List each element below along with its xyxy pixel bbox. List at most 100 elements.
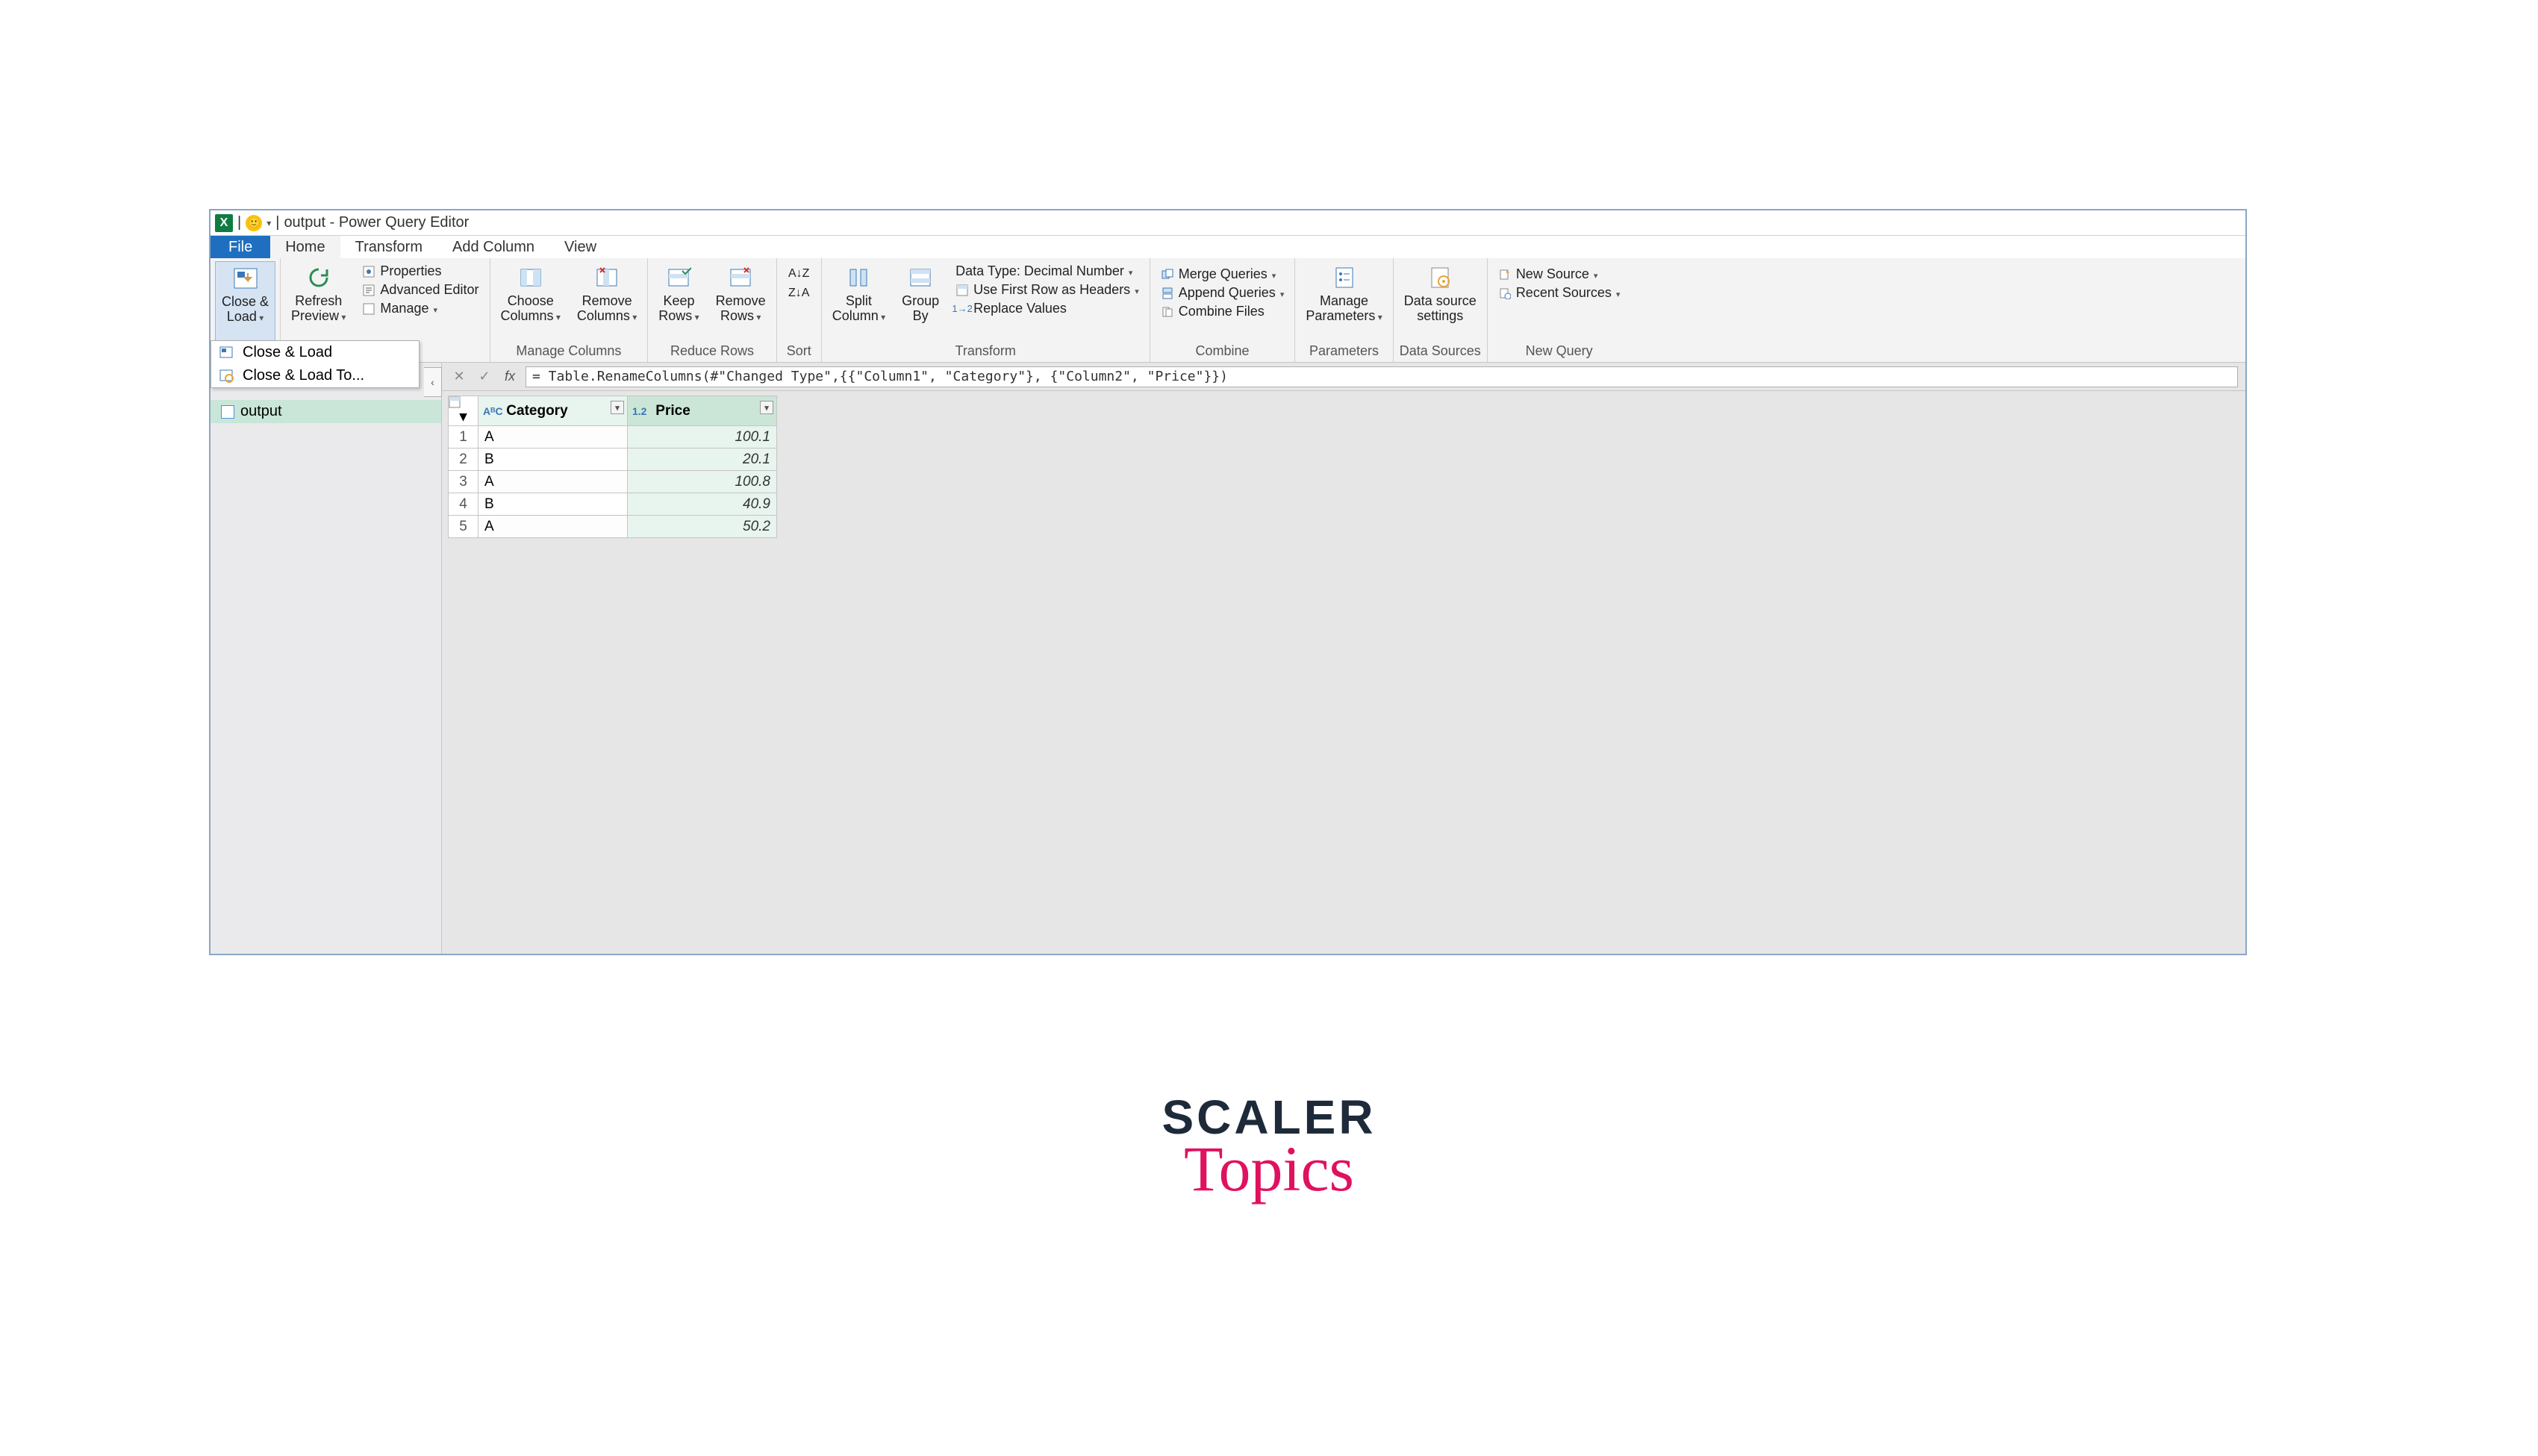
advanced-editor-button[interactable]: Advanced Editor <box>361 281 480 299</box>
append-queries-button[interactable]: Append Queries <box>1159 284 1286 301</box>
qat-dropdown-icon[interactable]: ▾ <box>266 218 271 228</box>
close-load-label: Close & Load <box>222 295 269 325</box>
remove-columns-icon <box>593 264 620 291</box>
scaler-topics-watermark: SCALER Topics <box>1162 1090 1376 1206</box>
close-load-icon <box>232 265 259 292</box>
group-label-sort: Sort <box>782 342 817 362</box>
choose-columns-label: Choose Columns <box>501 294 561 324</box>
fx-icon[interactable]: fx <box>500 367 520 387</box>
keep-rows-button[interactable]: Keep Rows <box>652 261 705 342</box>
first-row-headers-button[interactable]: Use First Row as Headers <box>954 281 1141 299</box>
row-number[interactable]: 5 <box>449 516 478 538</box>
row-number[interactable]: 4 <box>449 493 478 516</box>
close-and-load-button[interactable]: Close & Load <box>215 261 275 342</box>
keep-rows-label: Keep Rows <box>658 294 699 324</box>
group-label-combine: Combine <box>1155 342 1291 362</box>
manage-parameters-button[interactable]: Manage Parameters <box>1300 261 1388 342</box>
parameters-label: Manage Parameters <box>1306 294 1382 324</box>
choose-columns-button[interactable]: Choose Columns <box>495 261 567 342</box>
advanced-editor-icon <box>362 284 375 297</box>
column-filter-price[interactable]: ▾ <box>760 401 773 414</box>
remove-rows-icon <box>727 264 754 291</box>
data-grid: ▾ AᴮC Category ▾ 1.2 Price ▾ <box>442 391 2245 543</box>
replace-values-button[interactable]: 1→2 Replace Values <box>954 300 1141 317</box>
recent-sources-icon <box>1498 287 1512 300</box>
data-source-settings-button[interactable]: Data source settings <box>1398 261 1482 342</box>
decimal-type-icon: 1.2 <box>632 405 649 417</box>
formula-bar: ✕ ✓ fx <box>442 363 2245 391</box>
group-by-icon <box>907 264 934 291</box>
formula-accept-button[interactable]: ✓ <box>475 367 494 387</box>
queries-pane: output <box>211 363 442 954</box>
sort-asc-button[interactable]: A↓Z <box>791 266 807 282</box>
group-by-button[interactable]: Group By <box>896 261 945 342</box>
ribbon: Close & Load Close Refresh Preview <box>211 258 2245 363</box>
tab-transform[interactable]: Transform <box>340 236 437 258</box>
cell-price[interactable]: 100.8 <box>628 471 777 493</box>
sort-desc-button[interactable]: Z↓A <box>791 285 807 301</box>
column-header-price[interactable]: 1.2 Price ▾ <box>628 396 777 426</box>
power-query-editor-window: X | 🙂 ▾ | output - Power Query Editor Fi… <box>209 209 2247 955</box>
table-row[interactable]: 1A100.1 <box>449 426 777 449</box>
query-item-output[interactable]: output <box>211 400 441 423</box>
column-name-category: Category <box>506 403 567 419</box>
data-type-button[interactable]: Data Type: Decimal Number <box>954 263 1141 280</box>
titlebar: X | 🙂 ▾ | output - Power Query Editor <box>211 210 2245 236</box>
cell-price[interactable]: 100.1 <box>628 426 777 449</box>
properties-icon <box>362 265 375 278</box>
split-column-button[interactable]: Split Column <box>826 261 891 342</box>
column-filter-category[interactable]: ▾ <box>611 401 624 414</box>
table-row[interactable]: 5A50.2 <box>449 516 777 538</box>
new-source-button[interactable]: New Source <box>1497 266 1622 283</box>
ribbon-group-parameters: Manage Parameters Parameters <box>1295 258 1393 362</box>
remove-columns-button[interactable]: Remove Columns <box>571 261 643 342</box>
queries-pane-collapse[interactable]: ‹ <box>424 367 442 397</box>
cell-category[interactable]: A <box>478 516 628 538</box>
close-load-to-item[interactable]: Close & Load To... <box>211 364 419 387</box>
body: output ‹ ✕ ✓ fx ▾ <box>211 363 2245 954</box>
manage-icon <box>362 302 375 316</box>
cell-price[interactable]: 50.2 <box>628 516 777 538</box>
column-header-category[interactable]: AᴮC Category ▾ <box>478 396 628 426</box>
table-row[interactable]: 2B20.1 <box>449 449 777 471</box>
group-label-parameters: Parameters <box>1300 342 1388 362</box>
manage-button[interactable]: Manage <box>361 300 480 317</box>
cell-category[interactable]: A <box>478 426 628 449</box>
tab-add-column[interactable]: Add Column <box>437 236 549 258</box>
combine-files-button[interactable]: Combine Files <box>1159 303 1286 320</box>
recent-sources-button[interactable]: Recent Sources <box>1497 284 1622 301</box>
merge-queries-button[interactable]: Merge Queries <box>1159 266 1286 283</box>
row-number[interactable]: 3 <box>449 471 478 493</box>
replace-icon: 1→2 <box>955 302 969 316</box>
row-number[interactable]: 2 <box>449 449 478 471</box>
close-load-dropdown: Close & Load Close & Load To... <box>211 340 420 388</box>
headers-icon <box>955 284 969 297</box>
close-load-item-icon <box>219 345 235 361</box>
cell-price[interactable]: 40.9 <box>628 493 777 516</box>
cell-category[interactable]: B <box>478 493 628 516</box>
grid-corner[interactable]: ▾ <box>449 396 478 426</box>
properties-button[interactable]: Properties <box>361 263 480 280</box>
table-row[interactable]: 3A100.8 <box>449 471 777 493</box>
row-number[interactable]: 1 <box>449 426 478 449</box>
cell-price[interactable]: 20.1 <box>628 449 777 471</box>
cell-category[interactable]: B <box>478 449 628 471</box>
tab-view[interactable]: View <box>549 236 611 258</box>
ribbon-group-data-sources: Data source settings Data Sources <box>1394 258 1488 362</box>
table-icon <box>221 405 234 419</box>
refresh-label: Refresh Preview <box>291 294 346 324</box>
tab-file[interactable]: File <box>211 236 270 258</box>
remove-rows-label: Remove Rows <box>716 294 766 324</box>
column-name-price: Price <box>655 403 690 419</box>
formula-cancel-button[interactable]: ✕ <box>449 367 469 387</box>
excel-icon: X <box>215 214 233 232</box>
tab-home[interactable]: Home <box>270 236 340 258</box>
formula-input[interactable] <box>526 366 2238 387</box>
refresh-preview-button[interactable]: Refresh Preview <box>285 261 352 342</box>
close-load-item[interactable]: Close & Load <box>211 341 419 364</box>
data-source-icon <box>1427 264 1453 291</box>
cell-category[interactable]: A <box>478 471 628 493</box>
remove-rows-button[interactable]: Remove Rows <box>710 261 772 342</box>
split-column-icon <box>845 264 872 291</box>
table-row[interactable]: 4B40.9 <box>449 493 777 516</box>
